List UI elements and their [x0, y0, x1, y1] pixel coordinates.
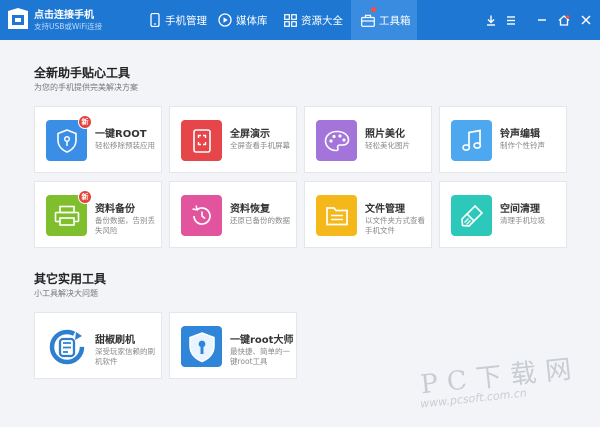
tool-name: 资料恢复: [230, 204, 270, 215]
fullscreen-icon: [181, 120, 222, 161]
tool-card-fullscreen-demo[interactable]: 全屏演示 全屏查看手机屏幕: [169, 106, 297, 173]
play-circle-icon: [218, 13, 232, 27]
tool-card-data-backup[interactable]: 新 资料备份 备份数据，告别丢失风险: [34, 181, 162, 248]
grid-icon: [284, 13, 297, 27]
tool-card-tianjiao-flash[interactable]: 甜椒刷机 深受玩家信赖的刷机软件: [34, 312, 162, 379]
tool-name: 资料备份: [95, 204, 135, 215]
download-button[interactable]: [481, 0, 501, 40]
notification-dot: [371, 7, 376, 12]
minimize-button[interactable]: [532, 0, 552, 40]
tool-name: 铃声编辑: [500, 129, 540, 140]
tool-card-root-master[interactable]: 一键root大师 最快捷、简单的一键root工具: [169, 312, 297, 379]
toolbox-icon: [361, 14, 375, 27]
section-title: 全新助手贴心工具: [34, 66, 131, 80]
tool-card-space-clean[interactable]: 空间清理 清理手机垃圾: [439, 181, 567, 248]
tool-desc: 以文件夹方式查看手机文件: [365, 216, 425, 235]
tab-label: 手机管理: [165, 14, 207, 27]
download-icon: [487, 15, 495, 26]
tool-card-data-restore[interactable]: 资料恢复 还原已备份的数据: [169, 181, 297, 248]
tab-label: 资源大全: [301, 14, 343, 27]
music-note-icon: [451, 120, 492, 161]
top-bar: 点击连接手机 支持USB或WiFi连接 手机管理 媒体库 资源大全 工具箱: [0, 0, 600, 40]
tool-desc: 最快捷、简单的一键root工具: [230, 347, 290, 366]
connect-phone-title[interactable]: 点击连接手机: [34, 6, 94, 21]
home-button[interactable]: [554, 0, 574, 40]
tool-name: 全屏演示: [230, 129, 270, 140]
new-badge: 新: [78, 190, 92, 204]
tool-card-ringtone-edit[interactable]: 铃声编辑 制作个性铃声: [439, 106, 567, 173]
clock-restore-icon: [181, 195, 222, 236]
menu-icon: [507, 15, 515, 25]
close-icon: [581, 15, 591, 25]
tab-resources[interactable]: 资源大全: [284, 0, 346, 40]
new-badge: 新: [78, 115, 92, 129]
tool-name: 照片美化: [365, 129, 405, 140]
phone-icon: [150, 13, 160, 27]
refresh-flash-icon: [46, 326, 87, 367]
tab-label: 工具箱: [379, 14, 411, 27]
section-subtitle: 为您的手机提供完美解决方案: [34, 83, 138, 92]
section-title: 其它实用工具: [34, 272, 107, 286]
tool-name: 空间清理: [500, 204, 540, 215]
tool-desc: 制作个性铃声: [500, 141, 545, 150]
folder-icon: [316, 195, 357, 236]
brush-icon: [451, 195, 492, 236]
tab-media-library[interactable]: 媒体库: [218, 0, 278, 40]
tab-label: 媒体库: [236, 14, 268, 27]
tool-desc: 轻松移除预装应用: [95, 141, 155, 150]
tool-desc: 全屏查看手机屏幕: [230, 141, 290, 150]
tool-desc: 还原已备份的数据: [230, 216, 290, 225]
palette-icon: [316, 120, 357, 161]
minimize-icon: [538, 19, 546, 21]
tool-name: 文件管理: [365, 204, 405, 215]
tool-card-file-manage[interactable]: 文件管理 以文件夹方式查看手机文件: [304, 181, 432, 248]
tool-name: 一键ROOT: [95, 129, 147, 140]
tool-name: 甜椒刷机: [95, 335, 135, 346]
close-button[interactable]: [576, 0, 596, 40]
tool-desc: 备份数据，告别丢失风险: [95, 216, 155, 235]
tool-card-one-key-root[interactable]: 新 一键ROOT 轻松移除预装应用: [34, 106, 162, 173]
app-logo-icon[interactable]: [6, 7, 30, 33]
section-subtitle: 小工具解决大问题: [34, 289, 98, 298]
tool-desc: 深受玩家信赖的刷机软件: [95, 347, 155, 366]
tool-name: 一键root大师: [230, 335, 294, 346]
printer-backup-icon: 新: [46, 190, 92, 236]
tool-desc: 清理手机垃圾: [500, 216, 545, 225]
tab-toolbox[interactable]: 工具箱: [351, 0, 417, 40]
tool-desc: 轻松美化图片: [365, 141, 410, 150]
root-shield-icon: [181, 326, 222, 367]
menu-button[interactable]: [501, 0, 521, 40]
shield-key-icon: 新: [46, 115, 92, 161]
home-icon: [558, 14, 570, 26]
connect-phone-subtitle: 支持USB或WiFi连接: [34, 22, 103, 31]
tool-card-photo-beautify[interactable]: 照片美化 轻松美化图片: [304, 106, 432, 173]
